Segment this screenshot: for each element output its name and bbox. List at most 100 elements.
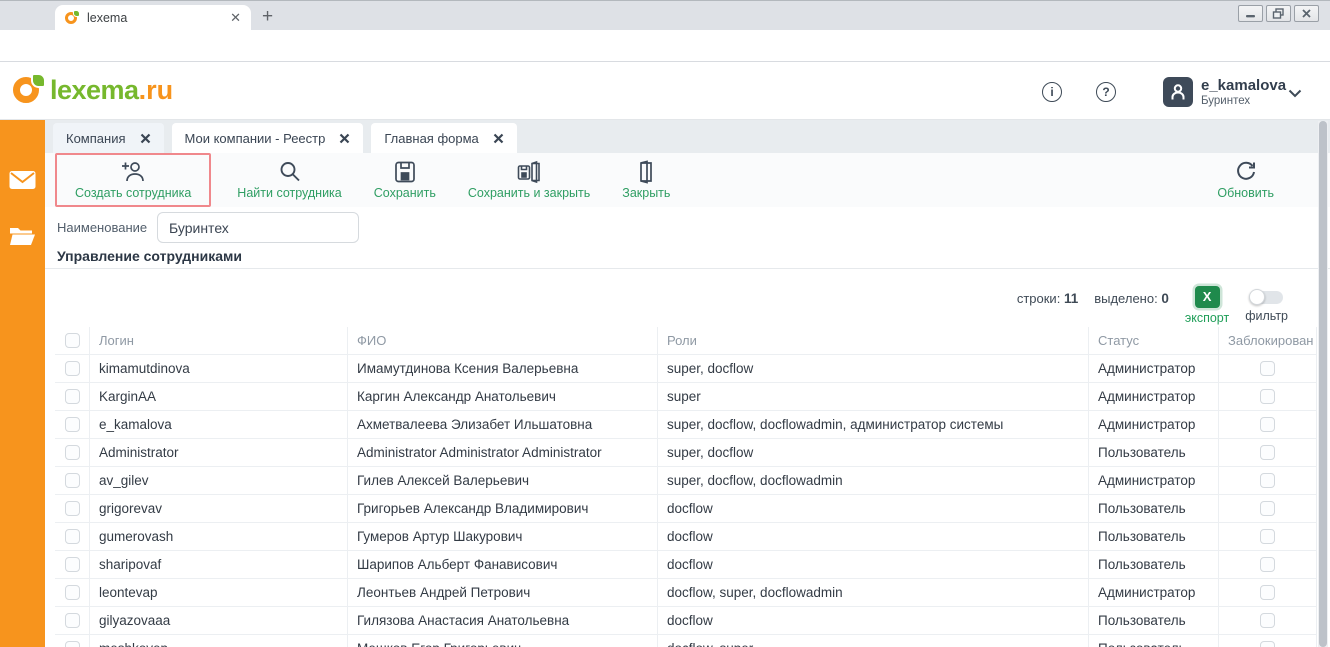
mail-icon[interactable] [9, 170, 36, 190]
window-close-button[interactable] [1294, 5, 1319, 22]
cell-fio: Гилязова Анастасия Анатольевна [348, 607, 658, 634]
row-checkbox[interactable] [65, 613, 80, 628]
user-avatar[interactable] [1163, 77, 1193, 107]
blocked-checkbox[interactable] [1260, 529, 1275, 544]
blocked-checkbox[interactable] [1260, 585, 1275, 600]
lexema-logo[interactable]: lexema.ru [12, 73, 173, 107]
row-checkbox[interactable] [65, 445, 80, 460]
cell-fio: Гилев Алексей Валерьевич [348, 467, 658, 494]
blocked-checkbox[interactable] [1260, 557, 1275, 572]
browser-tab[interactable]: lexema ✕ [55, 5, 251, 31]
blocked-checkbox[interactable] [1260, 501, 1275, 516]
cell-fio: Administrator Administrator Administrato… [348, 439, 658, 466]
app-tab-bar: Компания Мои компании - Реестр Главная ф… [45, 120, 1330, 153]
blocked-checkbox[interactable] [1260, 641, 1275, 647]
cell-roles: docflow [658, 495, 1089, 522]
window-minimize-button[interactable] [1238, 5, 1263, 22]
user-name: e_kamalova [1201, 77, 1286, 94]
row-checkbox[interactable] [65, 473, 80, 488]
save-button[interactable]: Сохранить [366, 158, 444, 202]
blocked-checkbox[interactable] [1260, 445, 1275, 460]
tab-close-icon[interactable]: ✕ [230, 10, 241, 26]
blocked-checkbox[interactable] [1260, 361, 1275, 376]
name-input[interactable] [157, 212, 359, 243]
help-icon[interactable]: ? [1096, 82, 1116, 102]
filter-label: фильтр [1245, 309, 1288, 323]
table-row: gilyazovaaa Гилязова Анастасия Анатольев… [55, 607, 1317, 635]
cell-status: Администратор [1089, 579, 1219, 606]
create-employee-button[interactable]: Создать сотрудника [67, 158, 199, 202]
folder-icon[interactable] [9, 225, 36, 246]
row-checkbox[interactable] [65, 529, 80, 544]
tab-close-icon[interactable] [493, 133, 504, 144]
column-header-login[interactable]: Логин [90, 327, 348, 354]
blocked-checkbox[interactable] [1260, 389, 1275, 404]
blocked-checkbox[interactable] [1260, 417, 1275, 432]
column-header-blocked[interactable]: Заблокирован [1219, 327, 1317, 354]
cell-login: leontevap [90, 579, 348, 606]
cell-login: e_kamalova [90, 411, 348, 438]
cell-status: Пользователь [1089, 607, 1219, 634]
cell-roles: super, docflow, docflowadmin [658, 467, 1089, 494]
row-checkbox[interactable] [65, 585, 80, 600]
column-header-fio[interactable]: ФИО [348, 327, 658, 354]
selected-count: 0 [1161, 291, 1169, 306]
info-icon[interactable]: i [1042, 82, 1062, 102]
cell-roles: docflow, super [658, 635, 1089, 647]
name-field-label: Наименование [57, 220, 157, 235]
vertical-scrollbar[interactable] [1318, 121, 1328, 647]
refresh-icon [1234, 160, 1258, 184]
browser-titlebar: lexema ✕ + [0, 0, 1330, 30]
row-checkbox[interactable] [65, 557, 80, 572]
grid-info-bar: строки: 11 выделено: 0 X экспорт фильтр [45, 268, 1330, 327]
selected-label: выделено: [1094, 291, 1157, 306]
table-row: gumerovash Гумеров Артур Шакурович docfl… [55, 523, 1317, 551]
toggle-knob [1249, 289, 1265, 305]
workspace: Компания Мои компании - Реестр Главная ф… [45, 120, 1330, 647]
excel-export-icon: X [1195, 286, 1220, 308]
cell-status: Администратор [1089, 355, 1219, 382]
window-restore-button[interactable] [1266, 5, 1291, 22]
find-employee-button[interactable]: Найти сотрудника [229, 158, 349, 202]
filter-toggle[interactable] [1251, 291, 1283, 304]
user-menu-chevron-icon[interactable] [1288, 89, 1302, 98]
column-header-status[interactable]: Статус [1089, 327, 1219, 354]
tab-main-form[interactable]: Главная форма [371, 123, 516, 153]
left-sidebar [0, 120, 45, 647]
browser-tab-title: lexema [87, 11, 222, 25]
row-checkbox[interactable] [65, 501, 80, 516]
row-checkbox[interactable] [65, 361, 80, 376]
cell-login: Administrator [90, 439, 348, 466]
blocked-checkbox[interactable] [1260, 473, 1275, 488]
tab-close-icon[interactable] [339, 133, 350, 144]
table-row: leontevap Леонтьев Андрей Петрович docfl… [55, 579, 1317, 607]
new-tab-button[interactable]: + [262, 5, 273, 29]
tab-close-icon[interactable] [140, 133, 151, 144]
cell-status: Администратор [1089, 467, 1219, 494]
row-checkbox[interactable] [65, 641, 80, 647]
export-button[interactable]: X экспорт [1185, 286, 1229, 325]
tab-my-companies-registry[interactable]: Мои компании - Реестр [172, 123, 364, 153]
save-and-close-button[interactable]: Сохранить и закрыть [460, 158, 598, 202]
cell-status: Пользователь [1089, 551, 1219, 578]
tab-label: Компания [66, 131, 126, 146]
close-button[interactable]: Закрыть [614, 158, 678, 202]
app-header: lexema.ru i ? e_kamalova Буринтех [0, 62, 1330, 120]
scrollbar-thumb[interactable] [1319, 121, 1327, 647]
blocked-checkbox[interactable] [1260, 613, 1275, 628]
cell-status: Администратор [1089, 383, 1219, 410]
table-row: sharipovaf Шарипов Альберт Фанависович d… [55, 551, 1317, 579]
refresh-button[interactable]: Обновить [1209, 158, 1282, 202]
tab-company[interactable]: Компания [53, 123, 164, 153]
select-all-checkbox[interactable] [65, 333, 80, 348]
row-checkbox[interactable] [65, 389, 80, 404]
cell-roles: super, docflow [658, 355, 1089, 382]
column-header-roles[interactable]: Роли [658, 327, 1089, 354]
cell-login: sharipovaf [90, 551, 348, 578]
table-row: e_kamalova Ахметвалеева Элизабет Ильшато… [55, 411, 1317, 439]
cell-login: kimamutdinova [90, 355, 348, 382]
row-checkbox[interactable] [65, 417, 80, 432]
cell-fio: Имамутдинова Ксения Валерьевна [348, 355, 658, 382]
table-row: Administrator Administrator Administrato… [55, 439, 1317, 467]
cell-fio: Григорьев Александр Владимирович [348, 495, 658, 522]
